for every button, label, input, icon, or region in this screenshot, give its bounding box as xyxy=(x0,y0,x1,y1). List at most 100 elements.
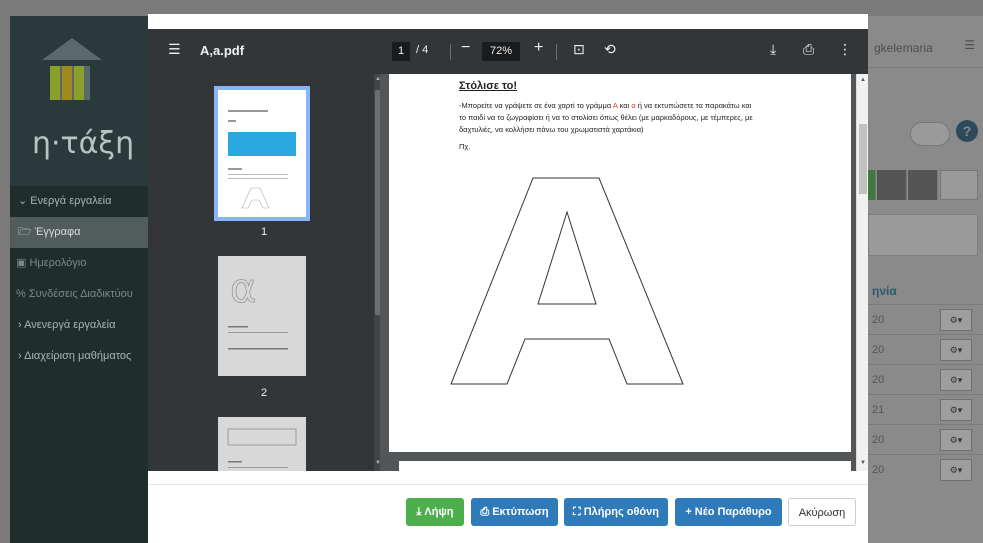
fullscreen-icon: ⛶ xyxy=(572,506,581,518)
sidebar-item-label: Έγγραφα xyxy=(34,226,81,238)
new-window-button-label: Νέο Παράθυρο xyxy=(694,506,772,518)
fit-page-icon[interactable]: ⊡ xyxy=(573,41,585,58)
letter-a-outline-graphic xyxy=(450,177,684,385)
cancel-button-label: Ακύρωση xyxy=(798,507,846,519)
sidebar-item-active-tools[interactable]: ⌄ Ενεργά εργαλεία xyxy=(10,186,168,217)
sidebar-item-label: Ημερολόγιο xyxy=(29,257,87,269)
sidebar-item-links[interactable]: % Συνδέσεις Διαδικτύου xyxy=(10,279,168,310)
sidebar-item-calendar[interactable]: ▣ Ημερολόγιο xyxy=(10,248,168,279)
folder-icon: 🗁 xyxy=(18,226,32,238)
rotate-icon[interactable]: ⟲ xyxy=(604,41,616,58)
cancel-button[interactable]: Ακύρωση xyxy=(788,498,856,526)
print-button-label: Εκτύπωση xyxy=(492,506,549,518)
pdf-page-1: Στόλισε το! -Μπορείτε να γράψετε σε ένα … xyxy=(389,74,851,471)
print-button[interactable]: ⎙ Εκτύπωση xyxy=(471,498,558,526)
sidebar-item-label: Συνδέσεις Διαδικτύου xyxy=(28,288,133,300)
green-button[interactable] xyxy=(868,170,876,200)
document-scrollbar[interactable]: ▲ ▼ xyxy=(856,74,868,471)
logo-roof-graphic xyxy=(42,38,102,60)
download-icon[interactable]: ⤓ xyxy=(770,41,776,58)
file-button[interactable] xyxy=(877,170,907,200)
link-icon: % xyxy=(16,288,26,300)
zoom-level-input[interactable]: 72% xyxy=(482,42,520,61)
gear-dropdown-icon[interactable]: ⚙▾ xyxy=(940,369,972,391)
sidebar-item-label: Ανενεργά εργαλεία xyxy=(24,319,116,331)
gear-dropdown-icon[interactable]: ⚙▾ xyxy=(940,399,972,421)
calendar-icon: ▣ xyxy=(16,257,27,269)
fullscreen-button[interactable]: ⛶ Πλήρης οθόνη xyxy=(564,498,668,526)
document-title: A,a.pdf xyxy=(200,43,245,58)
thumbnail-page-2-preview: α xyxy=(228,266,288,350)
page-total: / 4 xyxy=(416,44,429,56)
download-button[interactable]: ⤓ Λήψη xyxy=(406,498,464,526)
table-row: 20 ⚙▾ xyxy=(868,364,983,394)
search-field[interactable] xyxy=(868,214,978,256)
zoom-in-icon[interactable]: + xyxy=(534,39,543,57)
thumbnail-scroll-thumb[interactable] xyxy=(375,90,380,315)
instructions-text: το παιδί να το ζωγραφίσει ή να το στολίσ… xyxy=(459,113,753,122)
instructions-text: -Μπορείτε να γράψετε σε ένα χαρτί το γρά… xyxy=(459,101,612,110)
sliders-icon: ☰ xyxy=(964,38,975,52)
scroll-up-arrow-icon[interactable]: ▲ xyxy=(375,76,380,82)
row-date: 20 xyxy=(872,434,885,446)
row-date: 20 xyxy=(872,344,885,356)
pdf-viewport: 1 α 2 ▲ ▼ Στόλισε το! -Μπορείτε να γράψε… xyxy=(148,74,868,471)
thumbnail-panel: 1 α 2 ▲ ▼ xyxy=(148,74,380,471)
gear-dropdown-icon[interactable]: ⚙▾ xyxy=(940,309,972,331)
print-icon[interactable]: ⎙ xyxy=(803,41,814,58)
page-heading: Στόλισε το! xyxy=(459,80,518,92)
sidebar-item-label: Ενεργά εργαλεία xyxy=(30,195,112,207)
sidebar-item-inactive-tools[interactable]: › Ανενεργά εργαλεία xyxy=(10,310,168,341)
row-date: 20 xyxy=(872,374,885,386)
chevron-right-icon: › xyxy=(18,319,22,331)
gear-dropdown-icon[interactable]: ⚙▾ xyxy=(940,459,972,481)
thumbnail-scrollbar[interactable]: ▲ ▼ xyxy=(374,74,380,471)
instructions-text: δαχτυλιές, να κολλήσει πάνω του χρωματισ… xyxy=(459,125,644,134)
print-icon: ⎙ xyxy=(480,506,490,518)
thumbnail-page-2[interactable]: α xyxy=(218,256,306,376)
toolbar-divider xyxy=(556,44,557,60)
username: gkelemaria xyxy=(874,41,933,55)
table-row: 20 ⚙▾ xyxy=(868,454,983,484)
scroll-up-arrow-icon[interactable]: ▲ xyxy=(860,77,866,83)
thumbnail-label-2: 2 xyxy=(260,387,268,399)
page-instructions: -Μπορείτε να γράψετε σε ένα χαρτί το γρά… xyxy=(459,100,794,136)
chevron-right-icon: › xyxy=(18,350,22,362)
action-button-row xyxy=(868,170,983,200)
sidebar-item-documents[interactable]: 🗁 Έγγραφα xyxy=(10,217,168,248)
gear-dropdown-icon[interactable]: ⚙▾ xyxy=(940,339,972,361)
pdf-page-2-top xyxy=(399,461,851,471)
folder-button[interactable] xyxy=(908,170,938,200)
table-row: 20 ⚙▾ xyxy=(868,304,983,334)
settings-dropdown[interactable] xyxy=(940,170,978,200)
page-number-input[interactable]: 1 xyxy=(392,42,410,61)
row-date: 20 xyxy=(872,464,885,476)
logo-text: η·τάξη xyxy=(32,126,135,161)
user-menu[interactable]: gkelemaria ☰ xyxy=(868,28,983,68)
new-window-button[interactable]: + Νέο Παράθυρο xyxy=(675,498,782,526)
sidebar-item-label: Διαχείριση μαθήματος xyxy=(24,350,132,362)
gear-dropdown-icon[interactable]: ⚙▾ xyxy=(940,429,972,451)
modal-footer: ⤓ Λήψη ⎙ Εκτύπωση ⛶ Πλήρης οθόνη + Νέο Παράθ… xyxy=(148,484,868,543)
scroll-down-arrow-icon[interactable]: ▼ xyxy=(375,460,380,466)
document-preview-modal: ☰ A,a.pdf 1 / 4 − 72% + ⊡ ⟲ ⤓ ⎙ ⋮ 1 α 2 … xyxy=(148,14,868,543)
background-content-right: gkelemaria ☰ ? ηνία 20 ⚙▾ 20 ⚙▾ 20 ⚙▾ 21 ⚙▾ … xyxy=(868,16,983,543)
zoom-out-icon[interactable]: − xyxy=(461,39,470,57)
background-sidebar: η·τάξη ⌄ Ενεργά εργαλεία 🗁 Έγγραφα ▣ Ημε… xyxy=(10,16,168,543)
sidebar-item-course-admin[interactable]: › Διαχείριση μαθήματος xyxy=(10,341,168,372)
sidebar-menu: ⌄ Ενεργά εργαλεία 🗁 Έγγραφα ▣ Ημερολόγιο… xyxy=(10,186,168,372)
column-header-date: ηνία xyxy=(872,284,897,298)
download-button-label: Λήψη xyxy=(424,506,454,518)
download-icon: ⤓ xyxy=(416,506,422,518)
menu-icon[interactable]: ☰ xyxy=(168,41,181,58)
table-row: 20 ⚙▾ xyxy=(868,334,983,364)
document-scroll-thumb[interactable] xyxy=(859,124,867,194)
thumbnail-page-3-preview xyxy=(227,428,297,468)
scroll-down-arrow-icon[interactable]: ▼ xyxy=(860,460,866,466)
mode-toggle[interactable] xyxy=(910,122,950,146)
more-options-icon[interactable]: ⋮ xyxy=(838,41,852,58)
instructions-capital-letter: Α xyxy=(612,101,618,110)
thumbnail-page-1[interactable] xyxy=(214,86,310,221)
thumbnail-page-3[interactable] xyxy=(218,417,306,471)
help-icon[interactable]: ? xyxy=(956,120,978,142)
